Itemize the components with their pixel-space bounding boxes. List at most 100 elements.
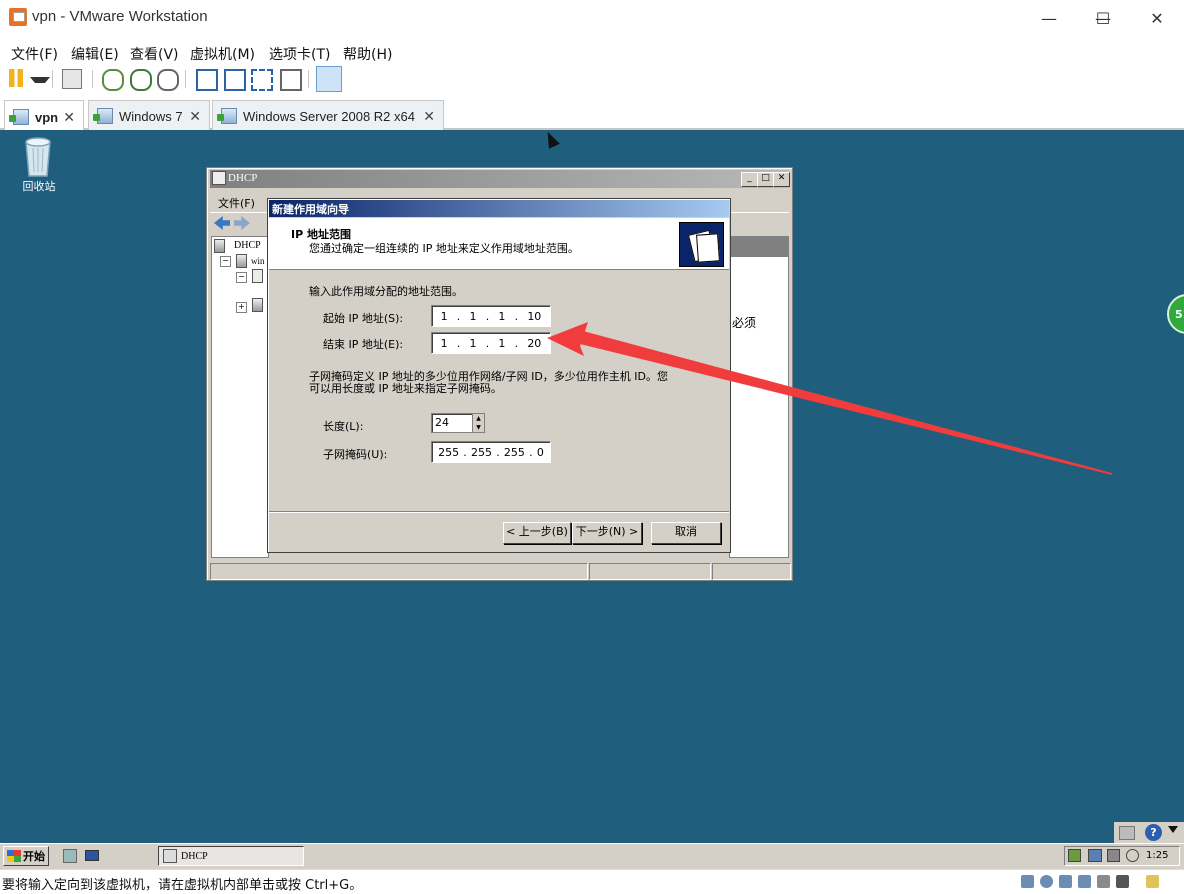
start-ip-input[interactable]: 1. 1. 1. 10 bbox=[431, 305, 551, 327]
send-ctrl-alt-del-icon[interactable] bbox=[62, 69, 82, 89]
recycle-bin-label: 回收站 bbox=[22, 180, 56, 193]
next-button[interactable]: 下一步(N) > bbox=[572, 522, 642, 544]
dhcp-tree-pane[interactable] bbox=[211, 236, 269, 558]
ipv6-icon bbox=[252, 298, 263, 312]
powershell-icon[interactable] bbox=[85, 850, 99, 861]
maximize-button[interactable]: ☐ bbox=[1080, 0, 1126, 36]
menu-help[interactable]: 帮助(H) bbox=[343, 44, 392, 64]
cd-drive-icon[interactable] bbox=[1040, 875, 1053, 888]
action-center-icon[interactable] bbox=[1068, 849, 1081, 862]
ip-octet[interactable]: 10 bbox=[527, 310, 541, 323]
ip-octet[interactable]: 255 bbox=[471, 446, 492, 459]
tab-windows-server[interactable]: Windows Server 2008 R2 x64 ✕ bbox=[212, 100, 444, 131]
ip-octet[interactable]: 1 bbox=[441, 310, 448, 323]
detail-pane-header bbox=[730, 237, 788, 257]
ip-octet[interactable]: 1 bbox=[470, 337, 477, 350]
hard-disk-icon[interactable] bbox=[1021, 875, 1034, 888]
menu-file[interactable]: 文件(F) bbox=[11, 44, 58, 64]
ip-octet[interactable]: 255 bbox=[504, 446, 525, 459]
close-tab-icon[interactable]: ✕ bbox=[63, 109, 75, 126]
dhcp-minimize-button[interactable]: _ bbox=[741, 172, 758, 187]
help-icon[interactable]: ? bbox=[1145, 824, 1162, 841]
menu-view[interactable]: 查看(V) bbox=[130, 44, 179, 64]
tab-vpn[interactable]: vpn ✕ bbox=[4, 100, 84, 133]
vm-icon bbox=[9, 109, 29, 125]
console-view-icon[interactable] bbox=[316, 66, 342, 92]
cancel-button[interactable]: 取消 bbox=[651, 522, 721, 544]
menu-tabs[interactable]: 选项卡(T) bbox=[269, 44, 330, 64]
menu-edit[interactable]: 编辑(E) bbox=[71, 44, 119, 64]
start-button[interactable]: 开始 bbox=[3, 846, 49, 866]
close-tab-icon[interactable]: ✕ bbox=[423, 108, 435, 125]
snapshot-icon[interactable] bbox=[102, 69, 124, 91]
end-ip-input[interactable]: 1. 1. 1. 20 bbox=[431, 332, 551, 354]
ip-octet[interactable]: 1 bbox=[441, 337, 448, 350]
taskbar-dhcp-label: DHCP bbox=[181, 850, 208, 862]
tree-server-label[interactable]: win bbox=[251, 256, 265, 266]
toolbar bbox=[0, 66, 1184, 92]
tab-label: Windows 7 bbox=[119, 108, 183, 124]
full-screen-icon[interactable] bbox=[251, 69, 273, 91]
show-library-icon[interactable] bbox=[196, 69, 218, 91]
network-adapter-icon[interactable] bbox=[1059, 875, 1072, 888]
ip-octet[interactable]: 1 bbox=[470, 310, 477, 323]
wizard-graphic-icon bbox=[679, 222, 724, 267]
network-adapter-icon-2[interactable] bbox=[1078, 875, 1091, 888]
ipv4-icon bbox=[252, 269, 263, 283]
dropdown-arrow-icon[interactable] bbox=[30, 77, 50, 83]
keyboard-icon[interactable] bbox=[1119, 826, 1135, 840]
server-manager-icon[interactable] bbox=[63, 849, 77, 863]
tree-expand-icon[interactable]: + bbox=[236, 302, 247, 313]
network-icon[interactable] bbox=[1088, 849, 1102, 862]
network-icon-2[interactable] bbox=[1107, 849, 1120, 862]
dhcp-maximize-button[interactable]: □ bbox=[757, 172, 774, 187]
vm-icon bbox=[93, 108, 113, 124]
ip-octet[interactable]: 20 bbox=[527, 337, 541, 350]
tab-bar: vpn ✕ Windows 7 ✕ Windows Server 2008 R2… bbox=[0, 96, 1184, 133]
dhcp-detail-pane[interactable] bbox=[729, 236, 789, 558]
close-button[interactable]: ✕ bbox=[1134, 0, 1180, 36]
length-spinner[interactable]: ▲ ▼ bbox=[472, 414, 484, 432]
menu-vm[interactable]: 虚拟机(M) bbox=[190, 44, 255, 64]
recycle-bin-icon[interactable] bbox=[18, 134, 58, 178]
message-log-icon[interactable] bbox=[1146, 875, 1159, 888]
detail-pane-text: 必须 bbox=[732, 316, 757, 330]
dhcp-app-icon bbox=[212, 171, 226, 185]
wizard-divider bbox=[269, 511, 729, 513]
ip-octet[interactable]: 0 bbox=[537, 446, 544, 459]
tab-windows-7[interactable]: Windows 7 ✕ bbox=[88, 100, 210, 131]
dhcp-close-button[interactable]: ✕ bbox=[773, 172, 790, 187]
minimize-button-2[interactable]: — bbox=[1026, 0, 1072, 36]
dhcp-title: DHCP bbox=[228, 172, 258, 184]
close-tab-icon[interactable]: ✕ bbox=[189, 108, 201, 125]
volume-icon[interactable] bbox=[1126, 849, 1139, 862]
usb-icon[interactable] bbox=[1116, 875, 1129, 888]
status-message: 要将输入定向到该虚拟机，请在虚拟机内部单击或按 Ctrl+G。 bbox=[2, 878, 363, 893]
dhcp-menu-file[interactable]: 文件(F) bbox=[218, 195, 255, 211]
vmware-app-icon bbox=[9, 8, 27, 26]
start-ip-label: 起始 IP 地址(S): bbox=[323, 312, 404, 325]
pause-icon[interactable] bbox=[9, 69, 23, 87]
thumbnail-bar-icon[interactable] bbox=[224, 69, 246, 91]
clock[interactable]: 1:25 bbox=[1146, 850, 1168, 861]
ip-octet[interactable]: 255 bbox=[438, 446, 459, 459]
dropdown-arrow-icon[interactable] bbox=[1168, 826, 1178, 833]
taskbar-dhcp-button[interactable]: DHCP bbox=[158, 846, 304, 866]
tree-collapse-icon[interactable]: − bbox=[220, 256, 231, 267]
mask-description-2: 可以用长度或 IP 地址来指定子网掩码。 bbox=[309, 382, 502, 395]
window-title: vpn - VMware Workstation bbox=[32, 8, 208, 25]
subnet-mask-input[interactable]: 255. 255. 255. 0 bbox=[431, 441, 551, 463]
unity-icon[interactable] bbox=[280, 69, 302, 91]
tree-collapse-icon[interactable]: − bbox=[236, 272, 247, 283]
printer-icon[interactable] bbox=[1097, 875, 1110, 888]
ip-octet[interactable]: 1 bbox=[498, 337, 505, 350]
status-panel bbox=[210, 563, 588, 580]
dhcp-node-icon bbox=[214, 239, 225, 253]
snapshot-manager-icon[interactable] bbox=[157, 69, 179, 91]
back-button[interactable]: < 上一步(B) bbox=[503, 522, 571, 544]
length-label: 长度(L): bbox=[323, 420, 364, 433]
revert-snapshot-icon[interactable] bbox=[130, 69, 152, 91]
ip-octet[interactable]: 1 bbox=[498, 310, 505, 323]
status-panel bbox=[712, 563, 791, 580]
tree-root-label[interactable]: DHCP bbox=[234, 240, 261, 251]
